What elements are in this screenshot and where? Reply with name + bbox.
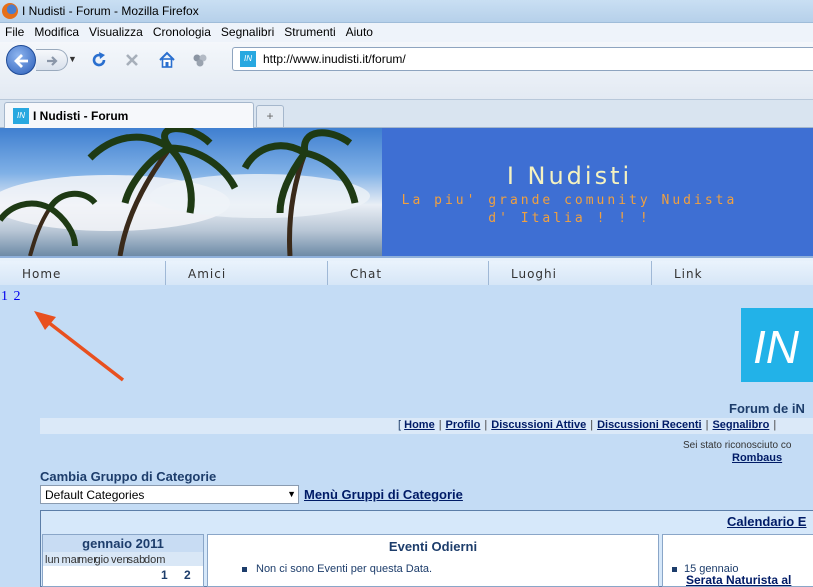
category-group-select[interactable]: Default Categories ▼ — [40, 485, 299, 504]
forward-icon — [47, 56, 58, 66]
link-separator: | — [438, 419, 442, 431]
calendar-date[interactable]: 1 — [161, 568, 168, 582]
links-bracket: [ — [398, 419, 402, 431]
banner-title: I Nudisti — [506, 162, 633, 190]
forward-button[interactable] — [36, 49, 68, 71]
home-icon[interactable] — [157, 50, 177, 70]
forum-title: Forum de iN — [729, 401, 805, 416]
mini-calendar: gennaio 2011 lun mar mer gio ven sab dom… — [42, 534, 204, 587]
category-group-label: Cambia Gruppo di Categorie — [40, 469, 217, 484]
calendar-weekdays: lun mar mer gio ven sab dom — [43, 552, 203, 566]
title-bar: I Nudisti - Forum - Mozilla Firefox — [0, 0, 813, 23]
forum-links: [ Home | Profilo | Discussioni Attive | Discus… — [398, 419, 780, 431]
forum-link-home[interactable]: Home — [404, 419, 435, 431]
tab-forum[interactable]: IN I Nudisti - Forum — [4, 102, 254, 128]
menu-bar: File Modifica Visualizza Cronologia Segn… — [0, 23, 813, 42]
upcoming-event-link[interactable]: Serata Naturista al — [686, 573, 791, 587]
site-banner: I Nudisti La piu' grande comunity Nudist… — [0, 128, 813, 256]
link-separator: | — [590, 419, 594, 431]
banner-subtitle-line2: d' Italia ! ! ! — [488, 211, 651, 226]
addons-icon[interactable] — [190, 50, 210, 70]
recognized-text: Sei stato riconosciuto co — [683, 440, 792, 451]
page-links: 1 2 — [1, 289, 23, 305]
weekday: dom — [144, 554, 166, 566]
site-favicon-icon: IN — [240, 51, 256, 67]
username-link[interactable]: Rombaus — [732, 452, 782, 464]
weekday: lun — [45, 554, 60, 566]
reload-icon[interactable] — [89, 50, 109, 70]
new-tab-button[interactable]: + — [256, 105, 284, 127]
tab-favicon-icon: IN — [13, 108, 29, 124]
menu-visualizza[interactable]: Visualizza — [84, 23, 148, 42]
navigation-toolbar: ▼ IN http://www.inudisti.it/forum/ — [0, 42, 813, 100]
weekday: gio — [94, 554, 110, 566]
url-text[interactable]: http://www.inudisti.it/forum/ — [263, 52, 406, 66]
tab-label: I Nudisti - Forum — [33, 109, 129, 123]
category-group-selected: Default Categories — [45, 488, 145, 502]
upcoming-events-panel: 15 gennaio Serata Naturista al — [662, 534, 813, 587]
stop-icon[interactable] — [122, 50, 142, 70]
calendar-link[interactable]: Calendario E — [727, 514, 806, 529]
nav-luoghi[interactable]: Luoghi — [488, 261, 651, 285]
palm-trees-banner-image — [0, 128, 382, 256]
nav-amici[interactable]: Amici — [165, 261, 327, 285]
calendar-month[interactable]: gennaio 2011 — [43, 535, 203, 552]
back-button[interactable] — [6, 45, 36, 75]
calendar-date[interactable]: 2 — [184, 568, 191, 582]
weekday: mar — [61, 554, 81, 566]
tab-bar: IN I Nudisti - Forum + — [0, 100, 813, 128]
chevron-down-icon: ▼ — [287, 489, 296, 499]
firefox-logo-icon — [2, 3, 18, 19]
menu-file[interactable]: File — [0, 23, 29, 42]
history-dropdown-icon[interactable]: ▼ — [68, 54, 78, 64]
menu-aiuto[interactable]: Aiuto — [341, 23, 378, 42]
menu-modifica[interactable]: Modifica — [29, 23, 84, 42]
weekday: mer — [78, 554, 97, 566]
banner-subtitle: La piu' grande comunity Nudista d' Itali… — [382, 192, 757, 228]
link-separator: | — [773, 419, 777, 431]
events-today-panel: Eventi Odierni Non ci sono Eventi per qu… — [207, 534, 659, 587]
menu-cronologia[interactable]: Cronologia — [148, 23, 216, 42]
back-icon — [14, 54, 28, 68]
link-separator: | — [484, 419, 488, 431]
window-title: I Nudisti - Forum - Mozilla Firefox — [22, 4, 199, 18]
nav-chat[interactable]: Chat — [327, 261, 488, 285]
address-bar[interactable]: IN http://www.inudisti.it/forum/ — [232, 47, 813, 71]
events-today-title: Eventi Odierni — [388, 539, 478, 554]
site-navigation: Home Amici Chat Luoghi Link — [0, 256, 813, 285]
category-groups-menu-link[interactable]: Menù Gruppi di Categorie — [304, 487, 463, 502]
forum-logo: IN — [741, 308, 813, 382]
link-separator: | — [705, 419, 709, 431]
nav-link[interactable]: Link — [651, 261, 813, 285]
forum-link-profilo[interactable]: Profilo — [446, 419, 481, 431]
weekday: ven — [111, 554, 129, 566]
banner-subtitle-line1: La piu' grande comunity Nudista — [401, 193, 738, 208]
page-link-2[interactable]: 2 — [14, 289, 21, 304]
forum-link-segnalibro[interactable]: Segnalibro — [712, 419, 769, 431]
menu-segnalibri[interactable]: Segnalibri — [216, 23, 279, 42]
forum-link-discussioni-recenti[interactable]: Discussioni Recenti — [597, 419, 702, 431]
events-today-empty: Non ci sono Eventi per questa Data. — [241, 563, 433, 575]
calendar-dates: 1 2 — [43, 566, 203, 584]
annotation-arrow-icon — [34, 311, 125, 382]
page-link-1[interactable]: 1 — [1, 289, 8, 304]
weekday: sab — [127, 554, 146, 566]
forum-link-discussioni-attive[interactable]: Discussioni Attive — [491, 419, 586, 431]
nav-home[interactable]: Home — [0, 261, 165, 285]
menu-strumenti[interactable]: Strumenti — [279, 23, 340, 42]
